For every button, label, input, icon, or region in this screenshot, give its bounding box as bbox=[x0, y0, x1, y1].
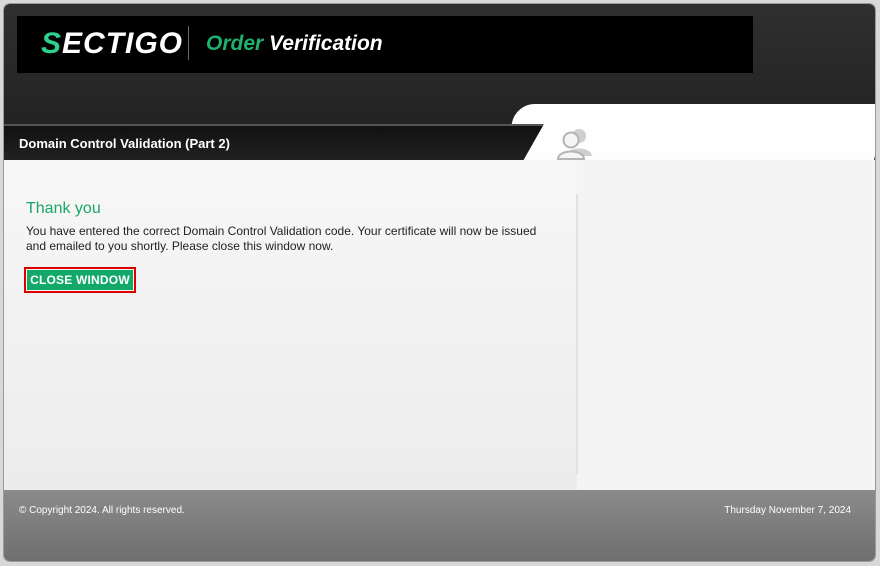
copyright-text: © Copyright 2024. All rights reserved. bbox=[19, 505, 185, 516]
browser-window: SECTIGO Order Verification Domain Contro… bbox=[3, 3, 876, 562]
footer: © Copyright 2024. All rights reserved. T… bbox=[4, 490, 875, 561]
close-window-button[interactable]: CLOSE WINDOW bbox=[24, 267, 136, 293]
tagline-accent: Order bbox=[206, 32, 264, 55]
thank-you-heading: Thank you bbox=[26, 200, 101, 217]
content-separator bbox=[576, 194, 580, 474]
logo-bar: SECTIGO Order Verification bbox=[17, 16, 753, 73]
close-window-label: CLOSE WINDOW bbox=[27, 270, 133, 290]
logo-s: S bbox=[41, 27, 63, 60]
current-date: Thursday November 7, 2024 bbox=[724, 505, 851, 516]
confirmation-message: You have entered the correct Domain Cont… bbox=[26, 224, 537, 253]
right-panel bbox=[577, 160, 875, 490]
tagline: Order Verification bbox=[206, 31, 383, 57]
page-title-strip: Domain Control Validation (Part 2) bbox=[4, 124, 544, 162]
page-title: Domain Control Validation (Part 2) bbox=[19, 136, 230, 151]
logo-text: ECTIGO bbox=[62, 27, 184, 60]
sectigo-logo: SECTIGO bbox=[41, 26, 183, 62]
users-icon bbox=[556, 129, 592, 160]
logo-divider bbox=[188, 26, 189, 60]
tagline-rest: Verification bbox=[269, 32, 383, 55]
